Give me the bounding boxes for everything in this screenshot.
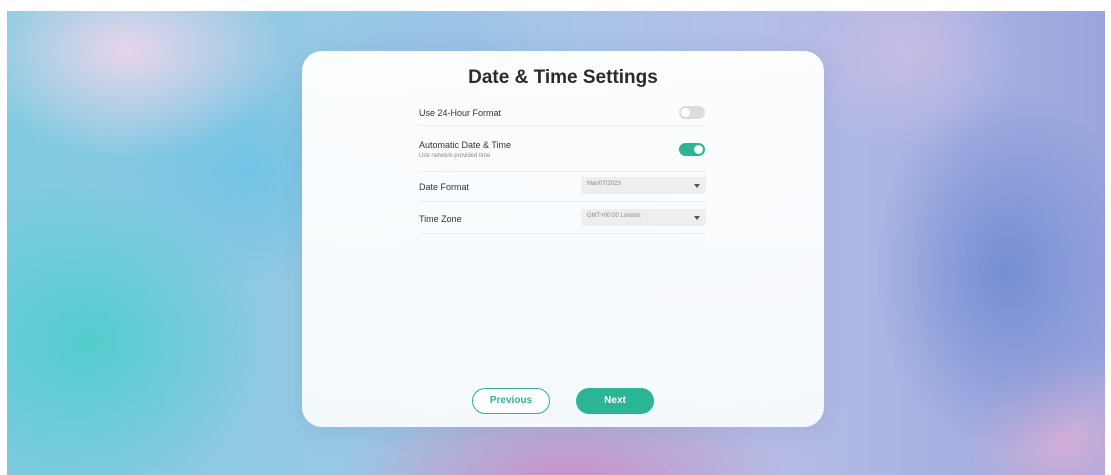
toggle-knob (694, 145, 703, 154)
auto-time-sublabel: Use network-provided time (419, 153, 491, 159)
setting-row-24-hour: Use 24-Hour Format (419, 103, 706, 126)
date-format-value: Mar/07/2023 (587, 181, 621, 187)
time-zone-label: Time Zone (419, 214, 462, 224)
hour24-label: Use 24-Hour Format (419, 108, 502, 118)
auto-time-label: Automatic Date & Time (419, 140, 512, 150)
auto-time-toggle[interactable] (679, 143, 705, 156)
setting-row-time-zone: Time Zone GMT+00:00 London (419, 205, 706, 234)
hour24-toggle[interactable] (679, 106, 705, 119)
time-zone-value: GMT+00:00 London (587, 213, 641, 219)
time-zone-select[interactable]: GMT+00:00 London (581, 209, 706, 226)
setting-row-auto-time: Automatic Date & Time Use network-provid… (419, 135, 706, 172)
chevron-down-icon (694, 216, 700, 220)
page-title: Date & Time Settings (468, 67, 658, 88)
date-format-label: Date Format (419, 182, 470, 192)
setting-row-date-format: Date Format Mar/07/2023 (419, 175, 706, 202)
toggle-knob (681, 108, 690, 117)
settings-dialog: Date & Time Settings Use 24-Hour Format … (302, 51, 824, 427)
date-format-select[interactable]: Mar/07/2023 (581, 177, 706, 194)
previous-button[interactable]: Previous (472, 388, 550, 414)
next-button[interactable]: Next (576, 388, 654, 414)
chevron-down-icon (694, 184, 700, 188)
